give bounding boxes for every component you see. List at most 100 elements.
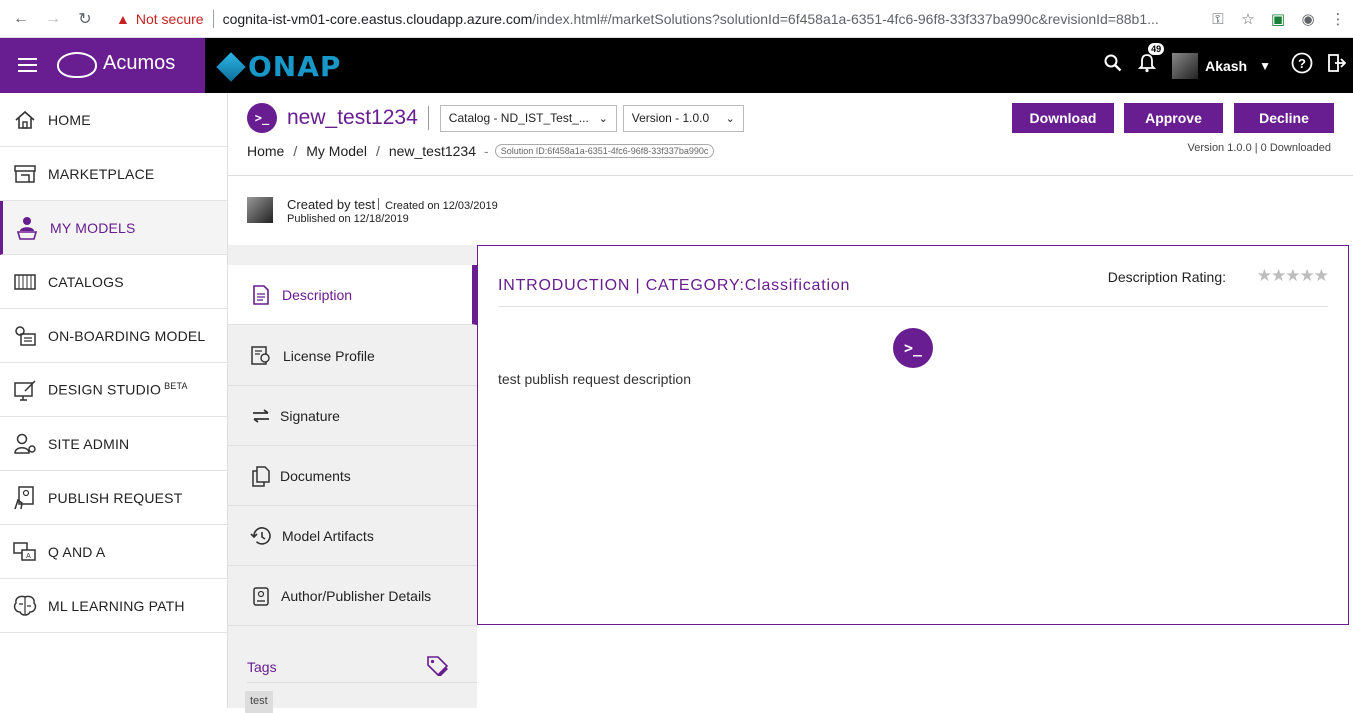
forward-icon[interactable]: → [42, 8, 64, 30]
title-divider [427, 106, 429, 130]
key-icon[interactable]: ⚿ [1203, 11, 1233, 28]
browser-toolbar: ← → ↻ ▲ Not secure cognita-ist-vm01-core… [0, 0, 1353, 38]
hamburger-menu-icon[interactable] [18, 58, 37, 76]
sidebar-item-ml-learning-path[interactable]: ML LEARNING PATH [0, 579, 227, 633]
solution-name: new_test1234 [287, 106, 418, 129]
version-select[interactable]: Version - 1.0.0 ⌄ [622, 104, 744, 132]
version-select-value: Version - 1.0.0 [631, 111, 710, 125]
solution-terminal-icon: >_ [893, 328, 933, 368]
address-bar[interactable]: ▲ Not secure cognita-ist-vm01-core.eastu… [106, 5, 1246, 33]
sidebar-item-label: HOME [48, 111, 91, 128]
url-host: cognita-ist-vm01-core.eastus.cloudapp.az… [222, 11, 533, 27]
sidebar-nav: HOME MARKETPLACE MY MODELS CATALOGS ON-B… [0, 93, 228, 708]
sidebar-item-onboarding[interactable]: ON-BOARDING MODEL [0, 309, 227, 363]
approve-button[interactable]: Approve [1124, 103, 1223, 133]
tab-label: Description [282, 286, 353, 303]
solution-id-badge: Solution ID:6f458a1a-6351-4fc6-96f8-33f3… [494, 144, 715, 158]
description-divider [498, 306, 1328, 307]
svg-text:A: A [26, 553, 31, 560]
menu-dots-icon[interactable]: ⋮ [1323, 10, 1353, 28]
sidebar-item-marketplace[interactable]: MARKETPLACE [0, 147, 227, 201]
sidebar-item-publish-request[interactable]: PUBLISH REQUEST [0, 471, 227, 525]
edit-tag-icon[interactable] [426, 655, 450, 682]
home-icon [12, 108, 38, 132]
star-icon[interactable]: ★ [1300, 266, 1315, 285]
onboarding-icon [12, 324, 38, 348]
main-content: >_ new_test1234 Catalog - ND_IST_Test_..… [228, 93, 1353, 713]
user-name[interactable]: Akash [1205, 58, 1247, 74]
decline-button[interactable]: Decline [1234, 103, 1334, 133]
breadcrumb-separator: / [293, 143, 298, 159]
sidebar-item-label: MY MODELS [50, 219, 136, 236]
chevron-down-icon[interactable]: ▼ [1259, 59, 1271, 73]
license-icon [250, 345, 272, 367]
brand-logo[interactable]: Acumos [103, 52, 175, 75]
solution-terminal-icon: >_ [247, 103, 277, 133]
url-text[interactable]: cognita-ist-vm01-core.eastus.cloudapp.az… [223, 11, 1159, 27]
tab-model-artifacts[interactable]: Model Artifacts [228, 506, 477, 566]
star-icon[interactable]: ★ [1314, 266, 1329, 285]
tab-license-profile[interactable]: License Profile [228, 326, 477, 386]
catalog-icon [12, 270, 38, 294]
omnibox-divider [212, 10, 214, 28]
rating-label: Description Rating: [1107, 269, 1226, 285]
logout-icon[interactable] [1319, 53, 1353, 78]
breadcrumb: Home / My Model / new_test1234 - Solutio… [247, 143, 715, 159]
sidebar-item-design-studio[interactable]: DESIGN STUDIO BETA [0, 363, 227, 417]
star-icon[interactable]: ★ [1271, 266, 1286, 285]
star-icon[interactable]: ★ [1285, 266, 1300, 285]
description-text: test publish request description [498, 371, 691, 387]
sidebar-item-my-models[interactable]: MY MODELS [0, 201, 227, 255]
user-avatar[interactable] [1172, 52, 1199, 79]
breadcrumb-home[interactable]: Home [247, 143, 284, 159]
reload-icon[interactable]: ↻ [74, 8, 96, 30]
published-on: Published on 12/18/2019 [287, 213, 409, 225]
documents-icon [250, 465, 272, 487]
tab-label: License Profile [283, 347, 375, 364]
creator-info: Created by test Created on 12/03/2019 Pub… [247, 197, 498, 226]
admin-icon [12, 432, 38, 456]
sidebar-item-home[interactable]: HOME [0, 93, 227, 147]
onap-logo-text: ONAP [248, 50, 342, 83]
catalog-select[interactable]: Catalog - ND_IST_Test_... ⌄ [439, 104, 617, 132]
search-icon[interactable] [1096, 54, 1130, 77]
breadcrumb-my-model[interactable]: My Model [306, 143, 367, 159]
back-icon[interactable]: ← [10, 8, 32, 30]
sidebar-item-site-admin[interactable]: SITE ADMIN [0, 417, 227, 471]
sidebar-item-label: SITE ADMIN [48, 435, 130, 452]
profile-icon[interactable]: ◉ [1293, 10, 1323, 28]
description-heading: INTRODUCTION | CATEGORY:Classification [498, 277, 851, 294]
svg-text:?: ? [1298, 56, 1306, 71]
sidebar-item-q-and-a[interactable]: A Q AND A [0, 525, 227, 579]
tag-chip[interactable]: test [245, 691, 273, 713]
document-icon [250, 284, 272, 306]
chevron-down-icon: ⌄ [598, 112, 608, 125]
rating-stars[interactable]: ★★★★★ [1257, 266, 1329, 286]
tab-author-publisher[interactable]: Author/Publisher Details [228, 566, 477, 626]
tab-documents[interactable]: Documents [228, 446, 477, 506]
brand-slant [188, 38, 205, 93]
brain-icon [12, 594, 38, 618]
tab-description[interactable]: Description [228, 265, 477, 325]
breadcrumb-dash: - [484, 143, 489, 159]
sidebar-item-catalogs[interactable]: CATALOGS [0, 255, 227, 309]
author-avatar [247, 197, 273, 223]
created-by: Created by test [287, 197, 376, 212]
onap-cube-icon [216, 51, 246, 82]
warning-icon: ▲ [116, 11, 130, 27]
tags-heading: Tags [247, 659, 277, 675]
star-icon[interactable]: ★ [1257, 266, 1272, 285]
extension-icon[interactable]: ▣ [1263, 10, 1293, 28]
download-button[interactable]: Download [1012, 103, 1114, 133]
bookmark-star-icon[interactable]: ☆ [1233, 10, 1263, 28]
tab-label: Signature [280, 407, 340, 424]
sidebar-item-label: ML LEARNING PATH [48, 597, 185, 614]
beta-badge: BETA [164, 381, 188, 392]
help-icon[interactable]: ? [1285, 52, 1319, 79]
sidebar-item-label: MARKETPLACE [48, 165, 155, 182]
notification-bell-icon[interactable]: 49 [1130, 43, 1165, 78]
tab-signature[interactable]: Signature [228, 386, 477, 446]
design-icon [12, 378, 38, 402]
creator-divider [378, 198, 380, 210]
tags-divider [247, 682, 477, 683]
